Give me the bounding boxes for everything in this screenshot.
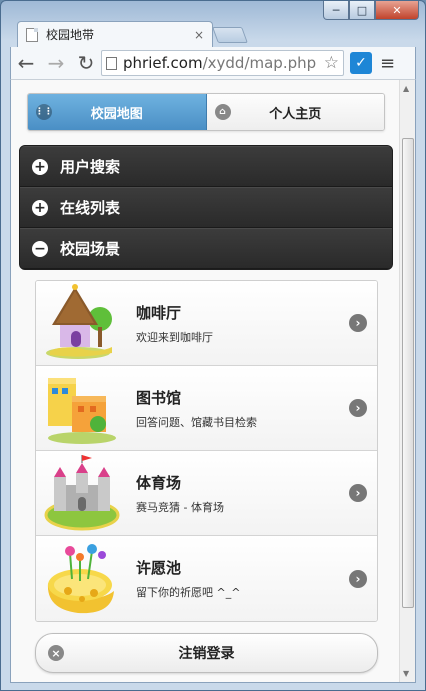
tab-campus-map[interactable]: ⋮⋮ 校园地图	[28, 94, 207, 130]
forward-arrow-icon[interactable]: →	[41, 48, 71, 78]
close-icon: ×	[48, 645, 64, 661]
accordion-label: 用户搜索	[60, 158, 121, 176]
accordion-label: 在线列表	[60, 199, 121, 217]
item-desc: 留下你的祈愿吧 ^_^	[136, 586, 241, 599]
top-nav: ⋮⋮ 校园地图 ⌂ 个人主页	[27, 93, 385, 131]
plus-icon: +	[32, 199, 48, 216]
accordion-online-list[interactable]: + 在线列表	[20, 187, 392, 228]
scroll-up-arrow-icon[interactable]: ▲	[403, 84, 409, 93]
extension-icon[interactable]: ✓	[350, 52, 372, 74]
browser-tab[interactable]: 校园地带 ×	[17, 21, 213, 47]
browser-toolbar: ← → ↻ phrief.com/xydd/map.php ☆ ✓ ≡	[10, 47, 416, 79]
tab-close-icon[interactable]: ×	[194, 28, 204, 42]
item-title: 体育场	[136, 473, 182, 492]
item-title: 咖啡厅	[136, 303, 182, 322]
close-window-button[interactable]: ✕	[375, 1, 419, 20]
tab-home[interactable]: ⌂ 个人主页	[206, 94, 384, 130]
minus-icon: −	[32, 240, 48, 257]
url-host: phrief.com	[123, 54, 203, 72]
accordion-label: 校园场景	[60, 240, 121, 258]
item-title: 图书馆	[136, 388, 182, 407]
item-desc: 回答问题、馆藏书目检索	[136, 415, 257, 429]
list-item-text: 图书馆 回答问题、馆藏书目检索	[136, 387, 349, 430]
chevron-right-icon: ›	[349, 314, 367, 332]
chevron-right-icon: ›	[349, 484, 367, 502]
chevron-right-icon: ›	[349, 569, 367, 588]
chevron-right-icon: ›	[349, 399, 367, 417]
url-text[interactable]: phrief.com/xydd/map.php	[123, 54, 324, 72]
item-title: 许愿池	[136, 559, 182, 577]
accordion-menu: + 用户搜索 + 在线列表 − 校园场景	[19, 145, 393, 270]
back-arrow-icon[interactable]: ←	[11, 48, 41, 78]
maximize-button[interactable]: □	[349, 1, 375, 20]
list-item-stadium[interactable]: 体育场 赛马竞猜 - 体育场 ›	[36, 451, 377, 536]
item-desc: 欢迎来到咖啡厅	[136, 330, 213, 344]
cafe-house-icon	[42, 283, 122, 363]
reload-icon[interactable]: ↻	[71, 48, 101, 78]
tab-title: 校园地带	[46, 28, 95, 42]
list-item-text: 许愿池 留下你的祈愿吧 ^_^	[136, 557, 349, 600]
star-icon[interactable]: ☆	[324, 53, 339, 73]
vertical-scrollbar[interactable]: ▲ ▼	[399, 80, 415, 682]
url-path: /xydd/map.php	[202, 54, 317, 72]
wishing-pool-icon	[42, 539, 122, 619]
accordion-user-search[interactable]: + 用户搜索	[20, 146, 392, 187]
scroll-thumb[interactable]	[402, 138, 414, 608]
scene-list: 咖啡厅 欢迎来到咖啡厅 › 图书馆 回答问题、馆藏书目检索 › 体育场 赛马竞猜…	[35, 280, 378, 622]
logout-button[interactable]: × 注销登录	[35, 633, 378, 673]
new-tab-button[interactable]	[212, 27, 248, 43]
address-bar[interactable]: phrief.com/xydd/map.php ☆	[101, 50, 344, 76]
menu-icon[interactable]: ≡	[380, 53, 395, 74]
accordion-campus-scenes[interactable]: − 校园场景	[20, 228, 392, 269]
logout-label: 注销登录	[178, 646, 235, 662]
list-item-wishing-pool[interactable]: 许愿池 留下你的祈愿吧 ^_^ ›	[36, 536, 377, 621]
list-item-text: 体育场 赛马竞猜 - 体育场	[136, 472, 349, 515]
list-item-cafe[interactable]: 咖啡厅 欢迎来到咖啡厅 ›	[36, 281, 377, 366]
plus-icon: +	[32, 158, 48, 175]
stadium-castle-icon	[42, 453, 122, 533]
page-icon	[26, 27, 38, 42]
tab-home-label: 个人主页	[269, 106, 322, 122]
window-controls: ─ □ ✕	[323, 1, 419, 21]
scroll-down-arrow-icon[interactable]: ▼	[403, 669, 409, 678]
home-icon: ⌂	[214, 104, 231, 120]
page-viewport: ⋮⋮ 校园地图 ⌂ 个人主页 + 用户搜索 + 在线列表 − 校园场景 咖啡厅 …	[10, 79, 416, 683]
grid-icon: ⋮⋮	[35, 104, 53, 120]
browser-window: ─ □ ✕ 校园地带 × ← → ↻ phrief.com/xydd/map.p…	[0, 0, 426, 691]
list-item-text: 咖啡厅 欢迎来到咖啡厅	[136, 302, 349, 345]
tab-campus-map-label: 校园地图	[90, 106, 143, 122]
list-item-library[interactable]: 图书馆 回答问题、馆藏书目检索 ›	[36, 366, 377, 451]
page-icon	[106, 56, 117, 70]
minimize-button[interactable]: ─	[323, 1, 349, 20]
library-building-icon	[42, 368, 122, 448]
item-desc: 赛马竞猜 - 体育场	[136, 500, 224, 514]
